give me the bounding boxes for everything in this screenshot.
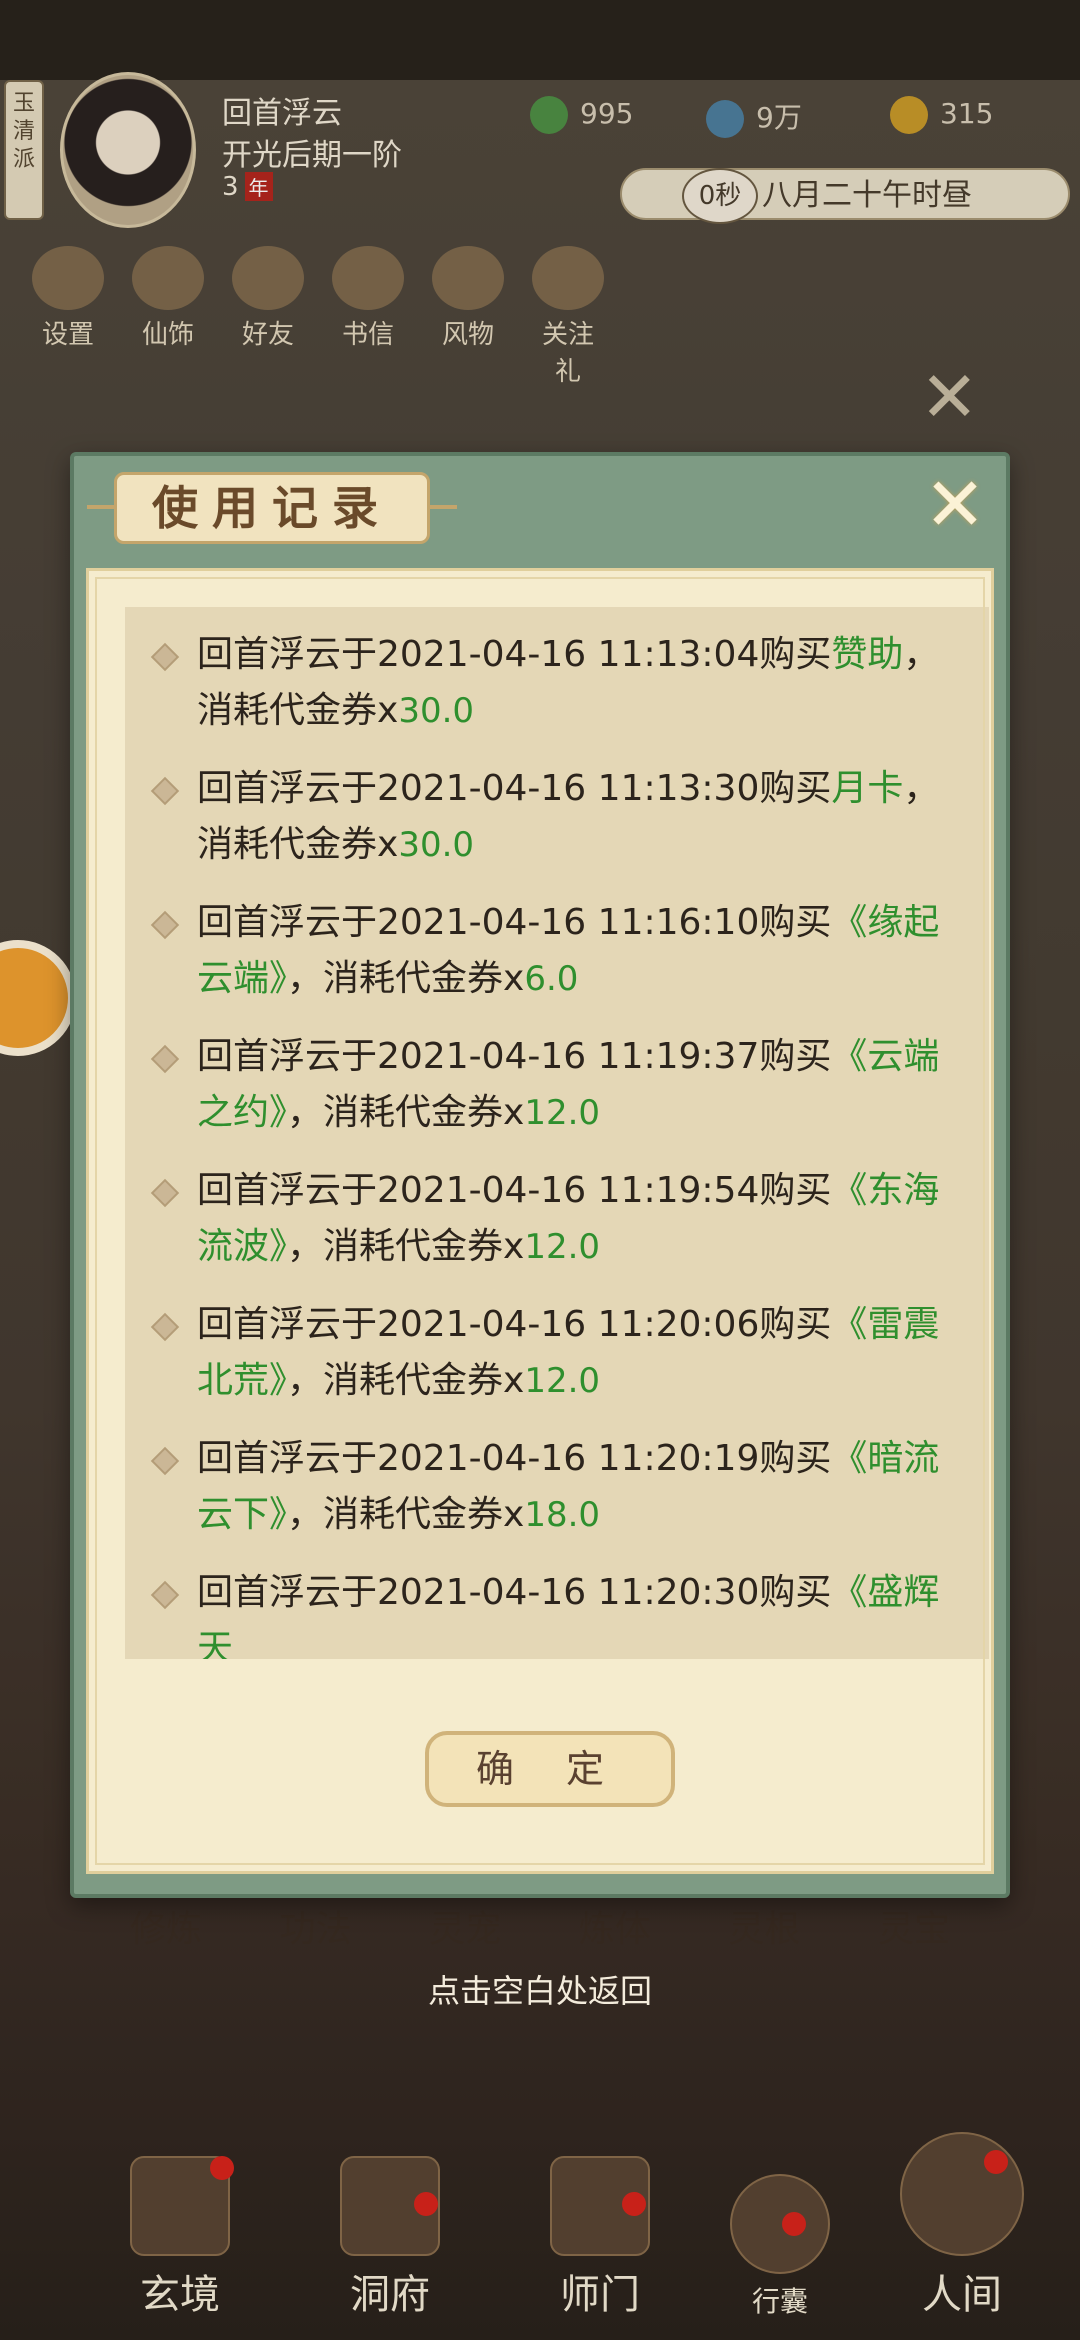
record-amount: 12.0 (524, 1361, 601, 1401)
record-text: 回首浮云于2021-04-16 11:13:04购买 (197, 634, 832, 675)
record-cost-label: ，消耗代金券x (287, 1226, 525, 1267)
close-button[interactable]: ✕ (920, 468, 990, 544)
record-text: 回首浮云于2021-04-16 11:16:10购买 (197, 902, 832, 943)
record-amount: 18.0 (524, 1495, 601, 1535)
diamond-bullet-icon (150, 1044, 180, 1074)
record-amount: 30.0 (398, 825, 475, 865)
record-item: 赞助 (831, 634, 904, 675)
dialog-title: 使用记录 (87, 472, 457, 544)
record-amount: 12.0 (524, 1093, 601, 1133)
record-text: 回首浮云于2021-04-16 11:20:30购买 (197, 1572, 832, 1613)
record-item: 月卡 (831, 768, 904, 809)
record-cost-label: ，消耗代金券x (287, 958, 525, 999)
confirm-button[interactable]: 确 定 (425, 1731, 675, 1807)
record-text: 回首浮云于2021-04-16 11:20:06购买 (197, 1304, 832, 1345)
list-item: 回首浮云于2021-04-16 11:16:10购买《缘起云端》，消耗代金券x6… (125, 895, 989, 1007)
record-text: 回首浮云于2021-04-16 11:19:37购买 (197, 1036, 832, 1077)
diamond-bullet-icon (150, 910, 180, 940)
record-list[interactable]: 回首浮云于2021-04-16 11:13:04购买赞助，消耗代金券x30.0 … (125, 607, 989, 1659)
diamond-bullet-icon (150, 1312, 180, 1342)
diamond-bullet-icon (150, 1446, 180, 1476)
diamond-bullet-icon (150, 1580, 180, 1610)
tap-to-return-hint: 点击空白处返回 (427, 1972, 652, 2010)
record-amount: 30.0 (398, 691, 475, 731)
close-icon: ✕ (923, 462, 986, 548)
list-item: 回首浮云于2021-04-16 11:19:54购买《东海流波》，消耗代金券x1… (125, 1163, 989, 1275)
dialog-body: 回首浮云于2021-04-16 11:13:04购买赞助，消耗代金券x30.0 … (86, 568, 994, 1874)
record-amount: 12.0 (524, 1227, 601, 1267)
list-item: 回首浮云于2021-04-16 11:19:37购买《云端之约》，消耗代金券x1… (125, 1029, 989, 1141)
list-item: 回首浮云于2021-04-16 11:20:19购买《暗流云下》，消耗代金券x1… (125, 1431, 989, 1543)
record-cost-label: ，消耗代金券x (287, 1494, 525, 1535)
list-item: 回首浮云于2021-04-16 11:13:04购买赞助，消耗代金券x30.0 (125, 627, 989, 739)
record-cost-label: ，消耗代金券x (287, 1360, 525, 1401)
record-amount: 6.0 (524, 959, 579, 999)
record-text: 回首浮云于2021-04-16 11:19:54购买 (197, 1170, 832, 1211)
diamond-bullet-icon (150, 776, 180, 806)
usage-record-dialog: 使用记录 ✕ 回首浮云于2021-04-16 11:13:04购买赞助，消耗代金… (70, 452, 1010, 1898)
record-text: 回首浮云于2021-04-16 11:13:30购买 (197, 768, 832, 809)
diamond-bullet-icon (150, 642, 180, 672)
record-cost-label: ，消耗代金券x (287, 1092, 525, 1133)
list-item: 回首浮云于2021-04-16 11:13:30购买月卡，消耗代金券x30.0 (125, 761, 989, 873)
list-item: 回首浮云于2021-04-16 11:20:06购买《雷震北荒》，消耗代金券x1… (125, 1297, 989, 1409)
diamond-bullet-icon (150, 1178, 180, 1208)
record-text: 回首浮云于2021-04-16 11:20:19购买 (197, 1438, 832, 1479)
list-item: 回首浮云于2021-04-16 11:20:30购买《盛辉天 (125, 1565, 989, 1659)
